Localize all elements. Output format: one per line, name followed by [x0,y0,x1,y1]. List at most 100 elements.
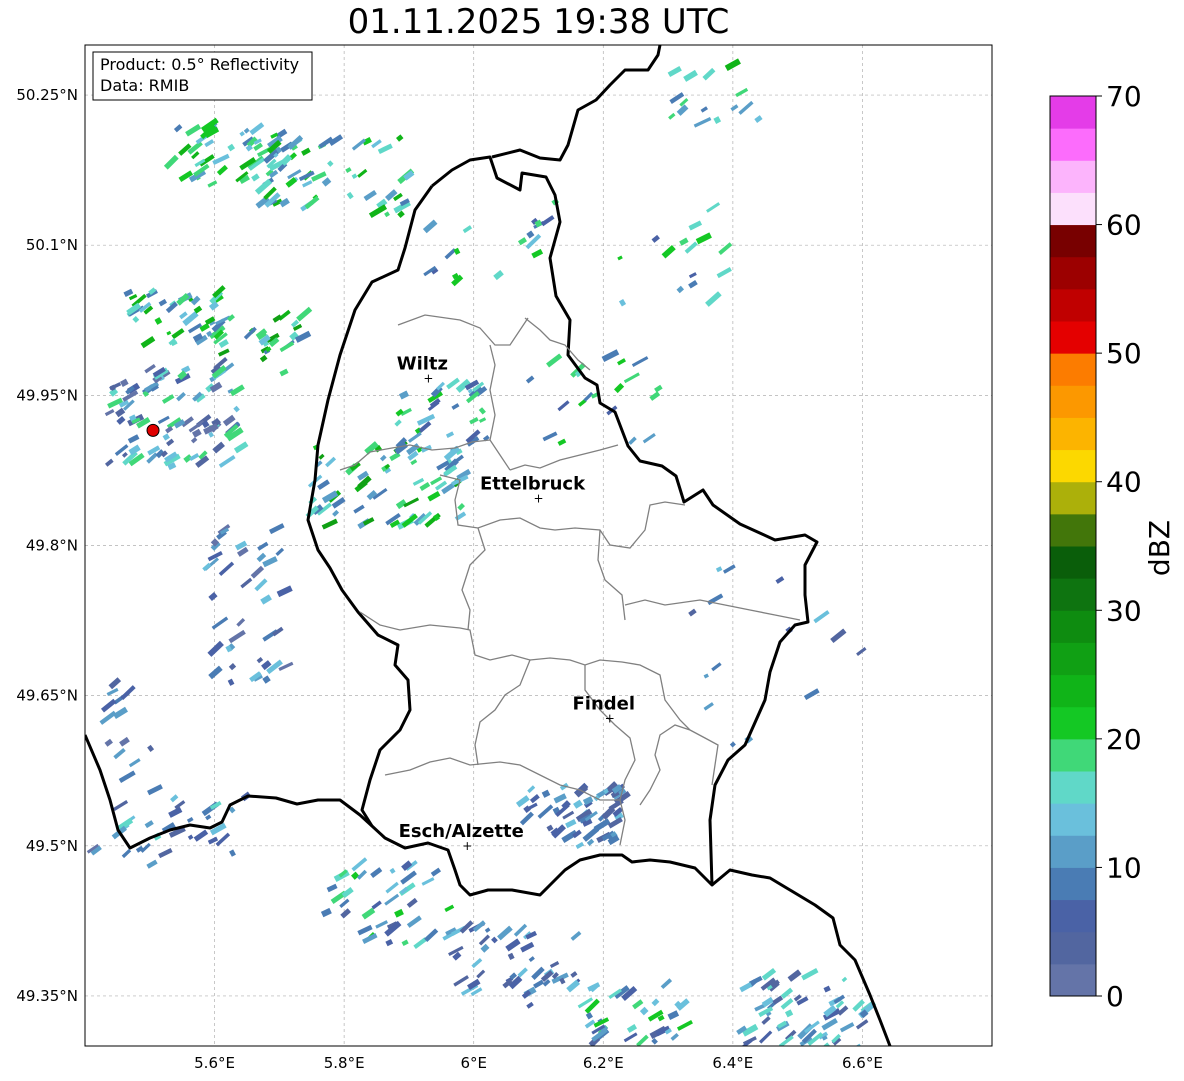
echo-cell [118,770,136,783]
echo-cell [517,237,527,246]
colorbar-segment [1050,256,1096,290]
colorbar-tick-label: 40 [1106,466,1142,499]
luxembourg-border [85,155,819,897]
echo-cell [185,123,202,137]
echo-cell [702,67,716,81]
echo-cell [257,541,269,551]
echo-cell [127,434,140,444]
echo-cell [772,995,784,1005]
echo-cell [371,139,382,149]
echo-cell [513,923,528,937]
echo-cell [179,311,188,320]
echo-cell [227,143,236,152]
echo-cell [497,925,513,941]
echo-cell [531,248,544,259]
echo-cell [729,741,736,748]
colorbar-label: dBZ [1143,520,1176,576]
echo-cell [228,629,246,644]
radar-map: 50.25°N 50.1°N 49.95°N 49.8°N 49.65°N 49.5°N 4… [16,44,1176,1072]
echo-cell [208,592,218,601]
echo-cell [384,893,400,906]
echo-cell [453,247,461,255]
echo-cell [412,477,425,486]
echo-cell [401,939,409,947]
echo-cell [787,969,802,982]
echo-cell [318,453,325,460]
echo-cell [207,180,218,188]
echo-cell [250,565,265,579]
echo-cell [525,375,535,384]
echo-cell [623,1032,638,1043]
echo-cell [570,930,582,941]
echo-cell [262,556,278,568]
colorbar-segment [1050,835,1096,868]
echo-cell [565,819,577,829]
echo-cell [757,1046,769,1056]
echo-cell [320,907,332,918]
echo-cell [260,594,272,605]
echo-cell [822,1049,828,1055]
lon-tick-label: 6.2°E [583,1054,624,1072]
echo-cell [123,288,134,298]
echo-cell [222,414,236,427]
echo-cell [679,237,689,246]
echo-cell [628,436,637,445]
echo-cell [332,509,340,517]
echo-cell [566,979,581,993]
echo-cell [339,898,350,908]
lat-tick-label: 49.95°N [16,386,78,404]
colorbar-segment [1050,674,1096,708]
info-product: Product: 0.5° Reflectivity [100,55,299,74]
echo-cell [618,298,627,307]
echo-cell [227,678,235,686]
echo-cell [601,349,620,362]
echo-cell [205,814,212,821]
echo-cell [457,503,465,511]
echo-cell [823,985,831,993]
echo-cell [841,976,848,983]
echo-cell [326,883,338,893]
echo-cell [186,816,194,823]
echo-cell [642,433,656,444]
echo-cell [739,982,753,993]
echo-cell [422,219,438,234]
colorbar-segment [1050,706,1096,740]
echo-cell [730,104,739,112]
echo-cell [540,215,555,227]
echo-cell [158,298,168,307]
echo-cell [233,441,249,454]
echo-cell [683,69,698,82]
echo-cell [256,656,264,664]
echo-cell [821,1017,838,1031]
echo-cell [204,139,215,148]
echo-cell [754,115,763,123]
echo-cell [275,547,285,556]
echo-cell [688,608,697,617]
echo-cell [651,1037,658,1045]
echo-cell [639,1006,649,1016]
echo-cell [541,789,551,798]
echo-cell [761,1015,771,1025]
colorbar-segment [1050,578,1096,611]
echo-cell [236,618,246,627]
echo-cell [830,628,847,644]
city-label: Esch/Alzette [399,821,524,842]
echo-cell [775,576,785,584]
colorbar-segment [1050,385,1096,418]
echo-cell [716,267,732,279]
echo-cell [573,799,583,809]
lat-tick-label: 50.25°N [16,86,78,104]
reflectivity-echoes [86,58,877,1056]
echo-cell [491,936,498,944]
echo-cell [617,358,626,366]
echo-cell [847,1043,862,1046]
echo-cell [128,294,138,301]
echo-cell [254,578,268,592]
info-source: Data: RMIB [100,76,189,95]
echo-cell [394,908,404,918]
echo-cell [128,758,141,768]
echo-cell [667,1010,680,1021]
echo-cell [147,744,155,752]
lat-tick-label: 49.35°N [16,987,78,1005]
colorbar-tick-label: 20 [1106,723,1142,756]
